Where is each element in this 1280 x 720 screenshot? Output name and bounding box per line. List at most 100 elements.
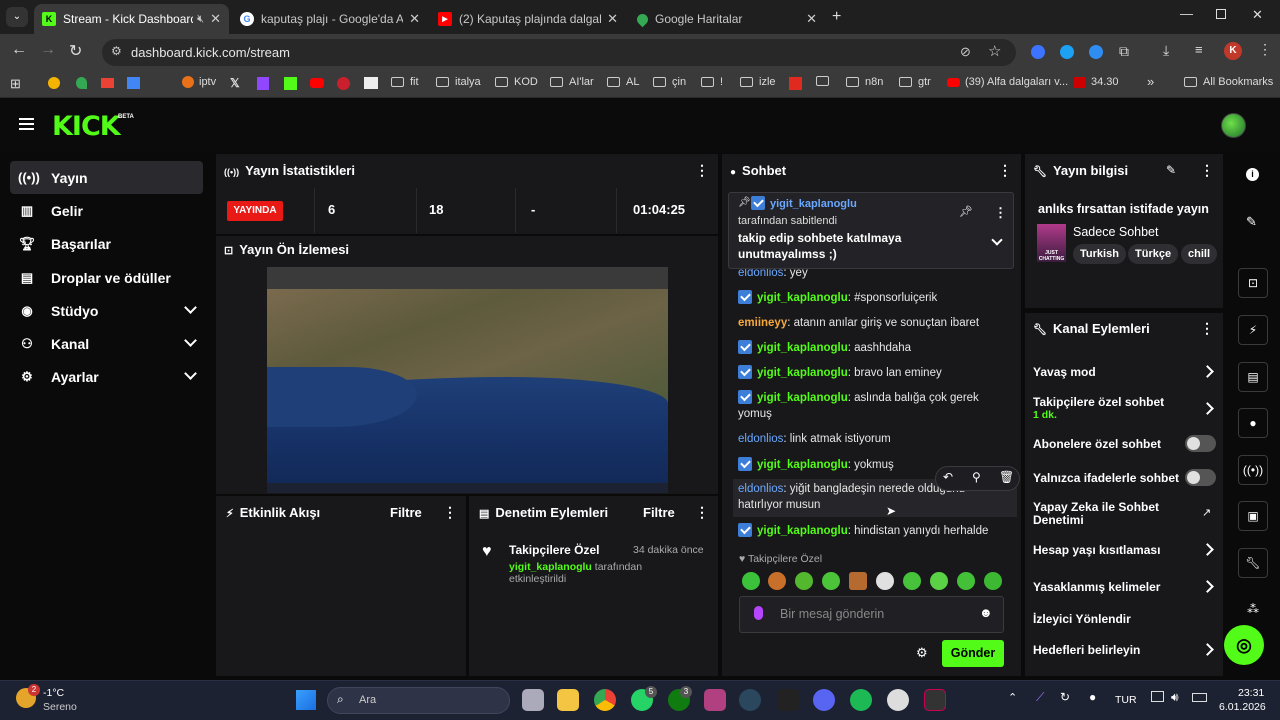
file-explorer-icon[interactable] [557,689,579,711]
tag-pill[interactable]: Turkish [1073,244,1126,264]
mute-tab-icon[interactable]: 🔇︎ [197,13,204,26]
sidebar-item-droplar[interactable]: ▤ Droplar ve ödüller [10,261,203,294]
reply-icon[interactable]: ↶ [943,470,953,484]
support-chat-button[interactable]: ◎ [1224,625,1264,665]
category-name[interactable]: Sadece Sohbet [1073,225,1159,239]
profile-avatar[interactable]: K [1224,42,1242,60]
sidebar-item-kanal[interactable]: ⚇ Kanal [10,327,203,360]
stats-menu-icon[interactable]: ⋮ [695,162,709,179]
epic-games-icon-2[interactable] [924,689,946,711]
tab-google-search[interactable]: G kaputaş plajı - Google'da Ara ✕ [232,4,428,34]
close-tab-icon[interactable]: ✕ [607,11,618,27]
emote-icon[interactable] [742,572,760,590]
rail-bolt-icon[interactable]: ⚡︎ [1238,315,1268,345]
rail-document-icon[interactable]: ▤ [1238,362,1268,392]
apps-grid-icon[interactable]: ⊞ [10,76,21,92]
emote-only-toggle[interactable] [1185,469,1216,486]
activity-menu-icon[interactable]: ⋮ [443,504,457,521]
chrome-icon[interactable] [594,689,616,711]
bookmark-folder-n8n[interactable]: n8n [846,76,883,88]
emote-icon[interactable] [930,572,948,590]
bookmark-iptv[interactable]: iptv [182,76,216,88]
action-followers-only[interactable]: Takipçilere özel sohbet [1033,395,1164,409]
action-raid[interactable]: İzleyici Yönlendir [1033,612,1131,626]
bookmark-folder-excl[interactable]: ! [701,76,723,88]
volume-icon[interactable]: 🔊︎ [1171,690,1179,705]
action-account-age[interactable]: Hesap yaşı kısıtlaması [1033,543,1160,557]
bookmark-folder-al[interactable]: AL [607,76,639,88]
battery-icon[interactable] [1192,693,1207,702]
subs-only-toggle[interactable] [1185,435,1216,452]
pin-message-icon[interactable]: ⚲ [972,470,981,484]
tray-mic-icon[interactable]: ● [1089,690,1096,704]
rail-broadcast-icon[interactable]: ((•)) [1238,455,1268,485]
bookmark-folder-italya[interactable]: italya [436,76,481,88]
microphone-icon[interactable] [754,606,763,620]
emote-icon[interactable] [795,572,813,590]
action-slow-mode[interactable]: Yavaş mod [1033,365,1096,379]
bookmark-alfa[interactable]: (39) Alfa dalgaları v... [947,76,1068,88]
stream-info-menu-icon[interactable]: ⋮ [1200,162,1214,179]
rail-preview-icon[interactable]: ⊡ [1238,268,1268,298]
site-info-icon[interactable]: ⚙ [111,44,122,58]
bookmark-youtube-icon[interactable] [310,78,324,88]
bookmark-folder-cin[interactable]: çin [653,76,686,88]
tag-pill[interactable]: Türkçe [1128,244,1179,264]
unpin-icon[interactable]: 📌︎ [959,205,973,218]
chevron-down-icon[interactable] [184,301,197,314]
bookmarks-overflow[interactable]: » [1147,74,1154,89]
chat-settings-icon[interactable]: ⚙ [916,645,928,661]
sidebar-item-yayin[interactable]: ((•)) Yayın [10,161,203,194]
tray-chevron-icon[interactable]: ⌃ [1008,691,1017,704]
extensions-puzzle-icon[interactable]: ⧉ [1119,43,1129,60]
chat-menu-icon[interactable]: ⋮ [998,162,1012,179]
minimize-window-icon[interactable]: — [1180,6,1193,21]
rail-chat-icon[interactable]: ● [1238,408,1268,438]
media-controls-icon[interactable]: ≡ [1195,42,1203,57]
bookmark-x-icon[interactable]: 𝕏 [230,76,240,90]
tab-google-maps[interactable]: Google Haritalar ✕ [629,4,825,34]
clock-date[interactable]: 6.01.2026 [1219,701,1266,713]
action-ai-moderation[interactable]: Yapay Zeka ile Sohbet Denetimi [1033,501,1183,527]
sidebar-item-gelir[interactable]: ▥ Gelir [10,194,203,227]
user-avatar[interactable] [1221,113,1246,138]
bookmark-folder-gtr[interactable]: gtr [899,76,931,88]
bookmark-icon-translate[interactable] [127,77,140,89]
bookmark-icon-pinwheel[interactable] [48,77,60,89]
emote-icon[interactable] [984,572,1002,590]
tab-youtube[interactable]: ▶ (2) Kaputaş plajında dalgalar ba ✕ [430,4,626,34]
extension-icon-2[interactable] [1060,45,1074,59]
sidebar-item-basarilar[interactable]: 🏆︎ Başarılar [10,227,203,260]
stream-preview-video[interactable] [267,267,668,493]
emote-icon[interactable] [768,572,786,590]
emote-icon[interactable] [876,572,894,590]
address-bar[interactable]: ⚙ dashboard.kick.com/stream ⊘ ☆ [102,39,1016,66]
bookmark-twitch-icon[interactable] [257,77,269,90]
delete-message-icon[interactable]: 🗑︎ [999,470,1014,484]
emote-icon[interactable] [903,572,921,590]
discord-icon[interactable] [813,689,835,711]
new-tab-button[interactable]: + [832,8,841,26]
obs-icon[interactable] [704,689,726,711]
bookmark-icon-maps[interactable] [76,77,87,89]
close-tab-icon[interactable]: ✕ [806,11,817,27]
action-banned-words[interactable]: Yasaklanmış kelimeler [1033,580,1160,594]
download-icon[interactable]: ⤓ [1163,42,1169,59]
taskbar-search[interactable] [327,687,510,714]
activity-filter-button[interactable]: Filtre [390,505,422,520]
clock-time[interactable]: 23:31 [1238,687,1264,699]
edit-pencil-icon[interactable]: ✎ [1166,163,1176,177]
sidebar-item-studyo[interactable]: ◉ Stüdyo [10,294,203,327]
edit-layout-icon[interactable]: ✎ [1246,214,1257,230]
bookmark-folder-izle[interactable]: izle [740,76,776,88]
rail-video-icon[interactable]: ▣ [1238,501,1268,531]
emote-icon[interactable] [957,572,975,590]
close-window-icon[interactable]: ✕ [1252,7,1263,23]
tray-feather-icon[interactable]: ⟋ [1036,690,1044,705]
rail-wrench-icon[interactable]: 🔧︎ [1238,548,1268,578]
chevron-down-icon[interactable] [184,367,197,380]
bookmark-3430[interactable]: 34.30 [1074,76,1119,88]
eye-off-icon[interactable]: ⊘ [960,44,971,60]
sidebar-item-ayarlar[interactable]: ⚙ Ayarlar [10,360,203,393]
bookmark-folder-blank[interactable] [816,76,835,86]
